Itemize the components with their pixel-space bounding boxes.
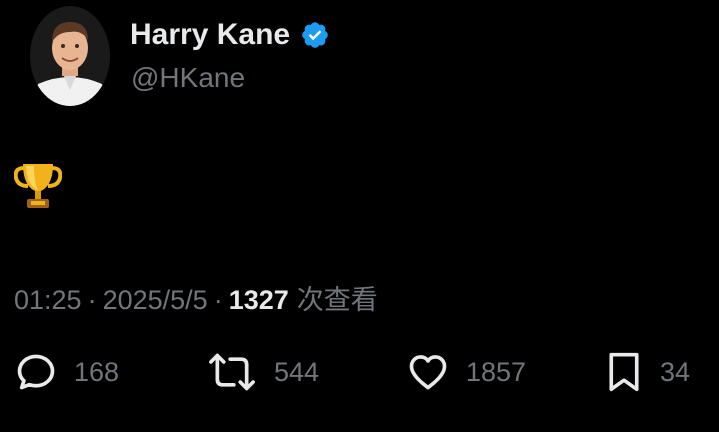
display-name-text: Harry Kane: [130, 18, 291, 51]
tweet-body: [13, 160, 64, 210]
reply-count: 168: [74, 356, 120, 387]
reply-button[interactable]: 168: [14, 348, 119, 396]
bookmark-button[interactable]: 34: [604, 348, 690, 396]
handle[interactable]: @HKane: [131, 62, 245, 94]
bookmark-count: 34: [660, 356, 691, 387]
avatar[interactable]: [30, 6, 110, 106]
verified-badge-icon: [300, 20, 330, 50]
action-bar: 168 544 1857 34: [0, 348, 719, 396]
heart-icon: [409, 355, 447, 390]
tweet-date[interactable]: 2025/5/5: [103, 285, 208, 316]
retweet-icon: [209, 353, 255, 391]
retweet-button[interactable]: 544: [206, 348, 319, 396]
retweet-count: 544: [274, 356, 320, 387]
tweet-time[interactable]: 01:25: [14, 285, 82, 316]
tweet-meta: 01:25 · 2025/5/5 · 1327 次查看: [14, 278, 378, 317]
like-button[interactable]: 1857: [406, 348, 526, 396]
trophy-icon: [13, 164, 63, 208]
meta-separator: ·: [87, 285, 97, 315]
avatar-image: [30, 6, 110, 106]
bookmark-icon: [609, 352, 639, 392]
views-count: 1327: [228, 285, 289, 315]
reply-icon: [17, 354, 55, 390]
views-label: 次查看: [296, 285, 378, 315]
display-name[interactable]: Harry Kane: [130, 18, 330, 52]
meta-separator: ·: [213, 285, 223, 315]
like-count: 1857: [466, 356, 527, 387]
